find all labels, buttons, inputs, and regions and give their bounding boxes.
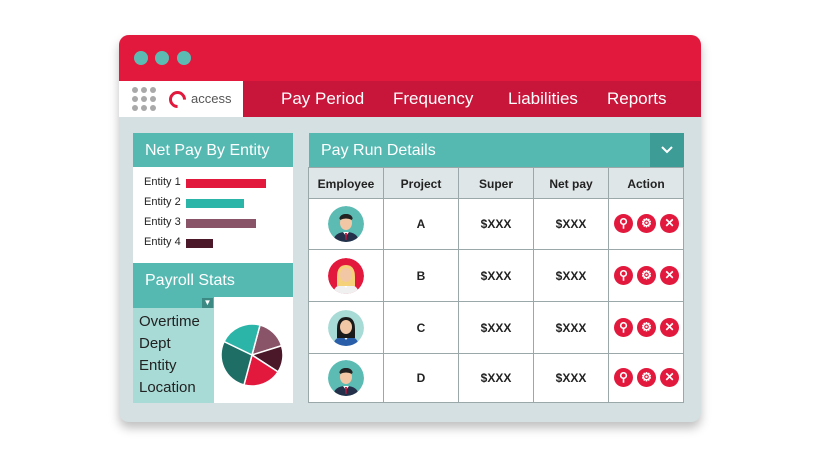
payroll-pie-chart bbox=[220, 323, 284, 387]
stat-item-dept[interactable]: Dept bbox=[139, 335, 171, 352]
column-header-project[interactable]: Project bbox=[384, 177, 458, 191]
pay-run-dropdown-button[interactable] bbox=[650, 133, 684, 167]
logo-text: access bbox=[191, 91, 232, 106]
close-icon: ✕ bbox=[664, 267, 675, 282]
column-header-action: Action bbox=[627, 177, 665, 191]
gear-action-button[interactable]: ⚙ bbox=[637, 368, 656, 387]
search-icon: ⚲ bbox=[619, 216, 628, 230]
cell-net-pay: $XXX bbox=[555, 320, 587, 335]
window-control-dot[interactable] bbox=[134, 51, 148, 65]
search-icon: ⚲ bbox=[619, 370, 628, 384]
cell-super: $XXX bbox=[480, 268, 512, 283]
stat-item-overtime[interactable]: Overtime bbox=[139, 313, 200, 330]
pay-run-table: Employee Project Super Net pay Action A $… bbox=[308, 167, 684, 403]
close-icon: ✕ bbox=[664, 319, 675, 334]
cell-super: $XXX bbox=[480, 320, 512, 335]
net-pay-panel: Entity 1 Entity 2 Entity 3 Entity 4 bbox=[133, 167, 293, 263]
cell-project: A bbox=[416, 217, 426, 231]
close-action-button[interactable]: ✕ bbox=[660, 368, 679, 387]
female-blonde-employee-avatar bbox=[328, 257, 364, 294]
chevron-down-icon bbox=[661, 146, 673, 154]
cell-net-pay: $XXX bbox=[555, 217, 587, 231]
cell-project: B bbox=[416, 268, 426, 283]
close-action-button[interactable]: ✕ bbox=[660, 265, 679, 285]
nav-item-reports[interactable]: Reports bbox=[607, 89, 667, 109]
male-employee-avatar bbox=[328, 206, 364, 242]
column-header-employee[interactable]: Employee bbox=[309, 177, 383, 191]
cell-net-pay: $XXX bbox=[555, 268, 587, 283]
entity-label: Entity 4 bbox=[144, 236, 181, 248]
logo-area: access bbox=[119, 81, 243, 117]
gear-icon: ⚙ bbox=[641, 216, 652, 230]
column-header-net-pay[interactable]: Net pay bbox=[534, 177, 608, 191]
gear-action-button[interactable]: ⚙ bbox=[637, 265, 656, 285]
title-bar bbox=[119, 35, 701, 81]
cell-project: D bbox=[416, 371, 426, 385]
stat-item-entity[interactable]: Entity bbox=[139, 357, 177, 374]
entity-label: Entity 2 bbox=[144, 196, 181, 208]
gear-action-button[interactable]: ⚙ bbox=[637, 317, 656, 337]
nav-item-pay-period[interactable]: Pay Period bbox=[281, 89, 364, 109]
close-action-button[interactable]: ✕ bbox=[660, 214, 679, 233]
app-window: access Pay Period Frequency Liabilities … bbox=[119, 35, 701, 422]
cell-super: $XXX bbox=[480, 217, 512, 231]
window-control-dot[interactable] bbox=[177, 51, 191, 65]
gear-icon: ⚙ bbox=[641, 267, 652, 282]
close-action-button[interactable]: ✕ bbox=[660, 317, 679, 337]
stat-item-location[interactable]: Location bbox=[139, 379, 196, 396]
access-logo-icon bbox=[165, 87, 190, 112]
close-icon: ✕ bbox=[664, 370, 675, 384]
entity-bar bbox=[186, 179, 266, 188]
search-action-button[interactable]: ⚲ bbox=[614, 317, 633, 337]
entity-label: Entity 1 bbox=[144, 176, 181, 188]
window-control-dot[interactable] bbox=[155, 51, 169, 65]
gear-icon: ⚙ bbox=[641, 319, 652, 334]
entity-bar bbox=[186, 239, 213, 248]
column-header-super[interactable]: Super bbox=[459, 177, 533, 191]
payroll-stats-chart-area bbox=[214, 297, 293, 403]
search-action-button[interactable]: ⚲ bbox=[614, 368, 633, 387]
search-icon: ⚲ bbox=[619, 267, 628, 282]
gear-action-button[interactable]: ⚙ bbox=[637, 214, 656, 233]
search-action-button[interactable]: ⚲ bbox=[614, 265, 633, 285]
female-employee-avatar bbox=[328, 309, 364, 346]
male-employee-avatar bbox=[328, 360, 364, 396]
cell-net-pay: $XXX bbox=[555, 371, 587, 385]
close-icon: ✕ bbox=[664, 216, 675, 230]
chevron-down-icon[interactable]: ▼ bbox=[202, 298, 213, 308]
nav-item-liabilities[interactable]: Liabilities bbox=[508, 89, 578, 109]
entity-bar bbox=[186, 219, 256, 228]
entity-label: Entity 3 bbox=[144, 216, 181, 228]
search-icon: ⚲ bbox=[619, 319, 628, 334]
pay-run-title: Pay Run Details bbox=[309, 133, 684, 167]
payroll-stats-title: Payroll Stats bbox=[133, 263, 293, 297]
search-action-button[interactable]: ⚲ bbox=[614, 214, 633, 233]
entity-bar bbox=[186, 199, 244, 208]
gear-icon: ⚙ bbox=[641, 370, 652, 384]
app-grid-icon[interactable] bbox=[132, 87, 156, 111]
nav-item-frequency[interactable]: Frequency bbox=[393, 89, 473, 109]
cell-super: $XXX bbox=[480, 371, 512, 385]
cell-project: C bbox=[416, 320, 426, 335]
net-pay-panel-title: Net Pay By Entity bbox=[133, 133, 293, 167]
